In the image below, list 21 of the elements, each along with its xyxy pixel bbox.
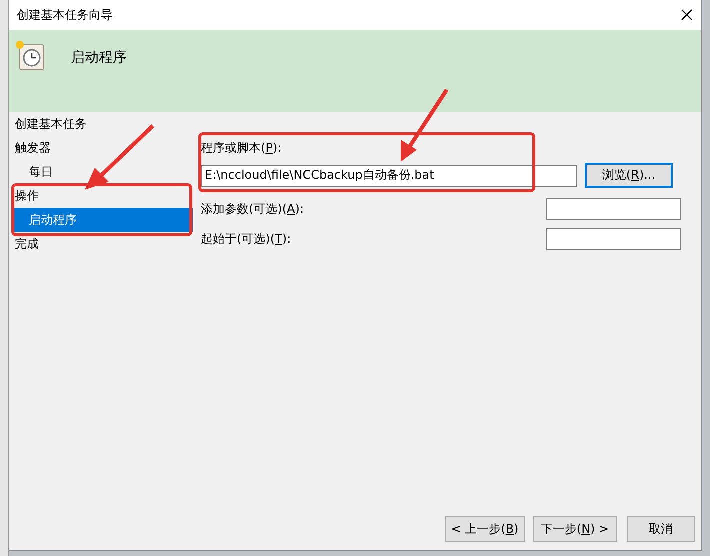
window-title: 创建基本任务向导 bbox=[17, 6, 113, 24]
field-label: 添加参数(可选)(A): bbox=[201, 200, 304, 218]
wizard-step[interactable]: 完成 bbox=[13, 232, 193, 256]
wizard-step[interactable]: 每日 bbox=[13, 160, 193, 184]
wizard-step[interactable]: 触发器 bbox=[13, 136, 193, 160]
browse-button[interactable]: 浏览(R)... bbox=[585, 163, 673, 188]
input-field[interactable] bbox=[546, 228, 681, 250]
wizard-step[interactable]: 启动程序 bbox=[13, 208, 193, 232]
page-heading: 启动程序 bbox=[71, 49, 127, 67]
program-path-field[interactable]: E:\nccloud\file\NCCbackup自动备份.bat bbox=[201, 164, 577, 186]
annotation-arrow bbox=[85, 124, 154, 190]
wizard-step[interactable]: 创建基本任务 bbox=[13, 112, 193, 136]
close-icon[interactable] bbox=[681, 9, 693, 21]
wizard-step[interactable]: 操作 bbox=[13, 184, 193, 208]
wizard-button[interactable]: 取消 bbox=[627, 516, 695, 542]
clock-icon bbox=[15, 40, 47, 72]
wizard-button[interactable]: 下一步(N) > bbox=[533, 516, 617, 542]
wizard-button[interactable]: < 上一步(B) bbox=[445, 516, 525, 542]
field-label: 起始于(可选)(T): bbox=[201, 230, 292, 248]
field-label: 程序或脚本(P): bbox=[201, 140, 283, 157]
input-field[interactable] bbox=[546, 198, 681, 220]
